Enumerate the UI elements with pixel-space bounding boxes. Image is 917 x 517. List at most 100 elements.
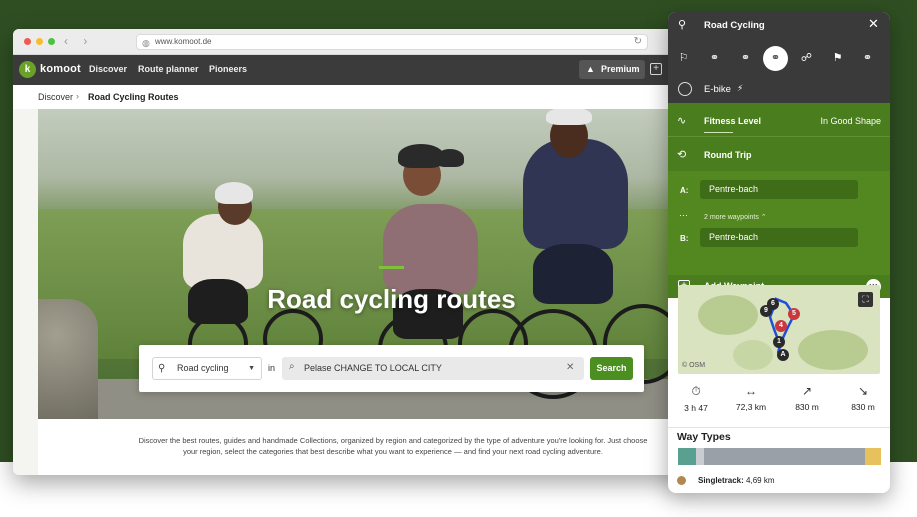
sport-select[interactable]: ⚲ Road cycling ▼ [152, 357, 262, 380]
back-forward-icon[interactable]: ‹ › [64, 34, 93, 48]
search-icon: ⌕ [289, 361, 295, 372]
reload-icon[interactable]: ↻ [634, 35, 642, 49]
road-bike-icon: ⚲ [158, 363, 166, 374]
map-marker-a[interactable]: A [777, 349, 789, 361]
mtb-icon[interactable]: ⚭ [733, 46, 758, 71]
globe-icon: ◍ [142, 38, 150, 48]
way-segment-yellow [865, 448, 881, 465]
way-type-name: Singletrack: [698, 476, 744, 485]
fitness-value: In Good Shape [820, 116, 881, 126]
downhill-icon: ↘ [857, 384, 869, 398]
intro-text: Discover the best routes, guides and han… [138, 436, 648, 456]
hero-stone-wall [38, 299, 98, 419]
singletrack-dot [677, 476, 686, 486]
map-marker-4[interactable]: 4 [775, 320, 787, 332]
stat-downhill: ↘ 830 m [838, 384, 888, 412]
bike-icon[interactable]: ⚭ [702, 46, 727, 71]
round-trip-icon: ⟲ [677, 149, 687, 161]
logo-text[interactable]: komoot [40, 63, 81, 75]
route-planner-panel: ⚲ Road Cycling ✕ ⚐ ⚭ ⚭ ⚭ ☍ ⚑ ⚭ E-bike ⚡ … [668, 12, 890, 493]
route-map[interactable]: 9 6 5 4 1 A © OSM ⛶ [678, 285, 880, 374]
waypoint-a-input[interactable]: Pentre-bach [700, 180, 858, 199]
url-text: www.komoot.de [155, 37, 212, 46]
waypoint-b-value: Pentre-bach [709, 232, 759, 242]
round-trip-label: Round Trip [704, 150, 752, 160]
climbing-icon[interactable]: ☍ [794, 46, 819, 71]
more-dots-icon: ··· [679, 210, 688, 220]
uphill-icon: ↗ [801, 384, 813, 398]
route-options: ∿ Fitness Level In Good Shape ⟲ Round Tr… [668, 103, 890, 171]
distance-value: 72,3 km [735, 402, 767, 412]
clear-icon[interactable]: ✕ [566, 362, 574, 373]
close-icon[interactable]: ✕ [868, 16, 879, 32]
hiking-icon[interactable]: ⚐ [671, 46, 696, 71]
stopwatch-icon: ⏱ [691, 384, 701, 398]
way-type-value: 4,69 km [746, 476, 775, 485]
way-segment-light [696, 448, 704, 465]
hero-accent-line [379, 266, 404, 269]
address-bar[interactable]: ◍ www.komoot.de ↻ [136, 34, 648, 50]
stat-duration: ⏱ 3 h 47 [671, 384, 721, 413]
pulse-icon: ∿ [677, 115, 687, 127]
in-label: in [268, 363, 276, 373]
search-panel: ⚲ Road cycling ▼ in Pelase CHANGE TO LOC… [139, 345, 644, 392]
fullscreen-icon[interactable]: ⛶ [858, 292, 873, 307]
hero-title: Road cycling routes [267, 284, 516, 314]
nav-pioneers[interactable]: Pioneers [209, 64, 247, 74]
waypoint-a-value: Pentre-bach [709, 184, 759, 194]
premium-button[interactable]: ▲ Premium [579, 60, 645, 79]
location-input-value: Pelase CHANGE TO LOCAL CITY [304, 363, 442, 373]
ebike-row[interactable]: E-bike ⚡ [668, 77, 890, 103]
breadcrumb-current: Road Cycling Routes [88, 92, 179, 102]
running-icon[interactable]: ⚑ [825, 46, 850, 71]
map-attribution: © OSM [682, 362, 706, 369]
waypoint-b-label: B: [680, 234, 689, 243]
waypoints-section: A: Pentre-bach ··· 2 more waypoints ⌃ B:… [668, 171, 890, 275]
stat-distance: ↔ 72,3 km [726, 384, 776, 412]
fitness-row[interactable]: ∿ Fitness Level In Good Shape [668, 103, 890, 137]
sport-select-value: Road cycling [177, 363, 229, 373]
uphill-value: 830 m [795, 402, 819, 412]
more-waypoints-toggle[interactable]: 2 more waypoints ⌃ [704, 213, 767, 221]
search-button[interactable]: Search [590, 357, 633, 380]
browser-chrome: ‹ › ◍ www.komoot.de ↻ [13, 29, 683, 55]
ebike-radio[interactable] [678, 82, 692, 96]
route-stats: ⏱ 3 h 47 ↔ 72,3 km ↗ 830 m ↘ 830 m [668, 384, 890, 426]
fitness-label: Fitness Level [704, 116, 762, 126]
mountain-icon: ▲ [586, 64, 595, 74]
add-icon[interactable]: + [650, 63, 662, 75]
breadcrumb: Discover › Road Cycling Routes [13, 85, 683, 109]
divider [668, 427, 890, 428]
gravel-icon[interactable]: ⚭ [855, 46, 880, 71]
bolt-icon: ⚡ [737, 83, 744, 93]
downhill-value: 830 m [851, 402, 875, 412]
premium-label: Premium [601, 64, 640, 74]
nav-discover[interactable]: Discover [89, 64, 127, 74]
komoot-logo-icon[interactable]: k [19, 61, 36, 78]
location-input[interactable]: Pelase CHANGE TO LOCAL CITY [282, 357, 584, 380]
ebike-label: E-bike [704, 84, 731, 95]
map-marker-5[interactable]: 5 [788, 308, 800, 320]
way-segment-teal [678, 448, 696, 465]
waypoint-a-label: A: [680, 186, 689, 195]
map-marker-6[interactable]: 6 [767, 298, 779, 310]
round-trip-row[interactable]: ⟲ Round Trip [668, 137, 890, 171]
way-types-bar[interactable] [678, 448, 881, 465]
browser-window: ‹ › ◍ www.komoot.de ↻ k komoot Discover … [13, 29, 683, 475]
site-header: k komoot Discover Route planner Pioneers… [13, 55, 683, 85]
minimize-window-icon[interactable] [36, 38, 43, 45]
road-bike-icon[interactable]: ⚭ [763, 46, 788, 71]
breadcrumb-discover[interactable]: Discover [38, 92, 73, 102]
caret-down-icon: ▼ [248, 365, 255, 372]
distance-icon: ↔ [745, 384, 757, 398]
map-marker-1[interactable]: 1 [773, 336, 785, 348]
fitness-underline [704, 132, 733, 133]
chevron-right-icon: › [76, 91, 79, 101]
panel-title: Road Cycling [704, 20, 765, 31]
waypoint-b-input[interactable]: Pentre-bach [700, 228, 858, 247]
maximize-window-icon[interactable] [48, 38, 55, 45]
duration-value: 3 h 47 [684, 403, 708, 413]
close-window-icon[interactable] [24, 38, 31, 45]
nav-route-planner[interactable]: Route planner [138, 64, 199, 74]
way-types-title: Way Types [677, 431, 731, 443]
